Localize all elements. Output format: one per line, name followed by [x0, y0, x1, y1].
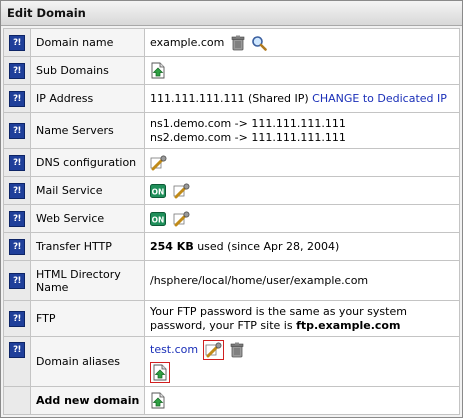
transfer-period: used (since Apr 28, 2004) — [193, 239, 340, 253]
row-transfer-http: ?! Transfer HTTP 254 KB used (since Apr … — [3, 232, 460, 261]
row-dns-configuration: ?! DNS configuration — [3, 148, 460, 177]
add-page-icon[interactable] — [152, 364, 168, 381]
web-on-text: ON — [152, 215, 165, 224]
help-icon[interactable]: ?! — [9, 90, 25, 107]
label-add-new-domain: Add new domain — [30, 386, 145, 415]
magnifier-icon[interactable] — [251, 35, 268, 51]
row-ip-address: ?! IP Address 111.111.111.111 (Shared IP… — [3, 84, 460, 113]
help-icon[interactable]: ?! — [9, 34, 25, 51]
row-html-directory: ?! HTML Directory Name /hsphere/local/ho… — [3, 260, 460, 301]
ip-value: 111.111.111.111 — [150, 91, 245, 105]
edit-domain-panel: Edit Domain ?! Domain name example.com ?… — [0, 0, 463, 418]
help-icon[interactable]: ?! — [9, 272, 25, 289]
edit-wrench-icon[interactable] — [173, 211, 190, 227]
name-server-2: ns2.demo.com -> 111.111.111.111 — [150, 130, 346, 144]
help-icon[interactable]: ?! — [9, 182, 25, 199]
row-add-new-domain: Add new domain — [3, 386, 460, 415]
on-badge-icon[interactable]: ON — [150, 183, 166, 198]
edit-wrench-icon[interactable] — [173, 183, 190, 199]
label-ip-address: IP Address — [30, 84, 145, 113]
label-dns-configuration: DNS configuration — [30, 148, 145, 177]
row-domain-name: ?! Domain name example.com — [3, 28, 460, 57]
help-icon[interactable]: ?! — [9, 238, 25, 255]
edit-wrench-icon[interactable] — [205, 342, 222, 358]
add-page-icon[interactable] — [150, 62, 166, 79]
row-domain-aliases: ?! Domain aliases test.com — [3, 336, 460, 387]
change-ip-link[interactable]: CHANGE to Dedicated IP — [312, 92, 447, 105]
label-domain-aliases: Domain aliases — [30, 336, 145, 387]
label-html-directory: HTML Directory Name — [30, 260, 145, 301]
help-icon[interactable]: ?! — [9, 154, 25, 171]
row-sub-domains: ?! Sub Domains — [3, 56, 460, 85]
edit-wrench-icon[interactable] — [150, 155, 167, 171]
trash-icon[interactable] — [230, 342, 244, 358]
alias-link[interactable]: test.com — [150, 343, 198, 356]
mail-on-text: ON — [152, 187, 165, 196]
label-transfer-http: Transfer HTTP — [30, 232, 145, 261]
name-server-1: ns1.demo.com -> 111.111.111.111 — [150, 116, 346, 130]
help-icon[interactable]: ?! — [9, 122, 25, 139]
row-name-servers: ?! Name Servers ns1.demo.com -> 111.111.… — [3, 112, 460, 149]
help-icon[interactable]: ?! — [9, 210, 25, 227]
row-mail-service: ?! Mail Service ON — [3, 176, 460, 205]
label-sub-domains: Sub Domains — [30, 56, 145, 85]
label-web-service: Web Service — [30, 204, 145, 233]
on-badge-icon[interactable]: ON — [150, 211, 166, 226]
row-web-service: ?! Web Service ON — [3, 204, 460, 233]
transfer-amount: 254 KB — [150, 239, 194, 253]
row-ftp: ?! FTP Your FTP password is the same as … — [3, 300, 460, 337]
ftp-site: ftp.example.com — [296, 318, 401, 332]
html-directory-value: /hsphere/local/home/user/example.com — [144, 260, 460, 301]
panel-title: Edit Domain — [1, 1, 462, 26]
domain-name-value: example.com — [150, 35, 225, 49]
help-icon[interactable]: ?! — [9, 310, 25, 327]
label-domain-name: Domain name — [30, 28, 145, 57]
help-icon[interactable]: ?! — [9, 62, 25, 79]
highlighted-add — [150, 362, 170, 383]
trash-icon[interactable] — [231, 35, 245, 51]
domain-settings-table: ?! Domain name example.com ?! Sub Domain… — [3, 28, 460, 415]
highlighted-edit — [202, 340, 224, 360]
label-mail-service: Mail Service — [30, 176, 145, 205]
label-ftp: FTP — [30, 300, 145, 337]
ip-type: (Shared IP) — [247, 91, 309, 105]
help-icon[interactable]: ?! — [9, 342, 25, 358]
label-name-servers: Name Servers — [30, 112, 145, 149]
add-page-icon[interactable] — [150, 392, 166, 409]
